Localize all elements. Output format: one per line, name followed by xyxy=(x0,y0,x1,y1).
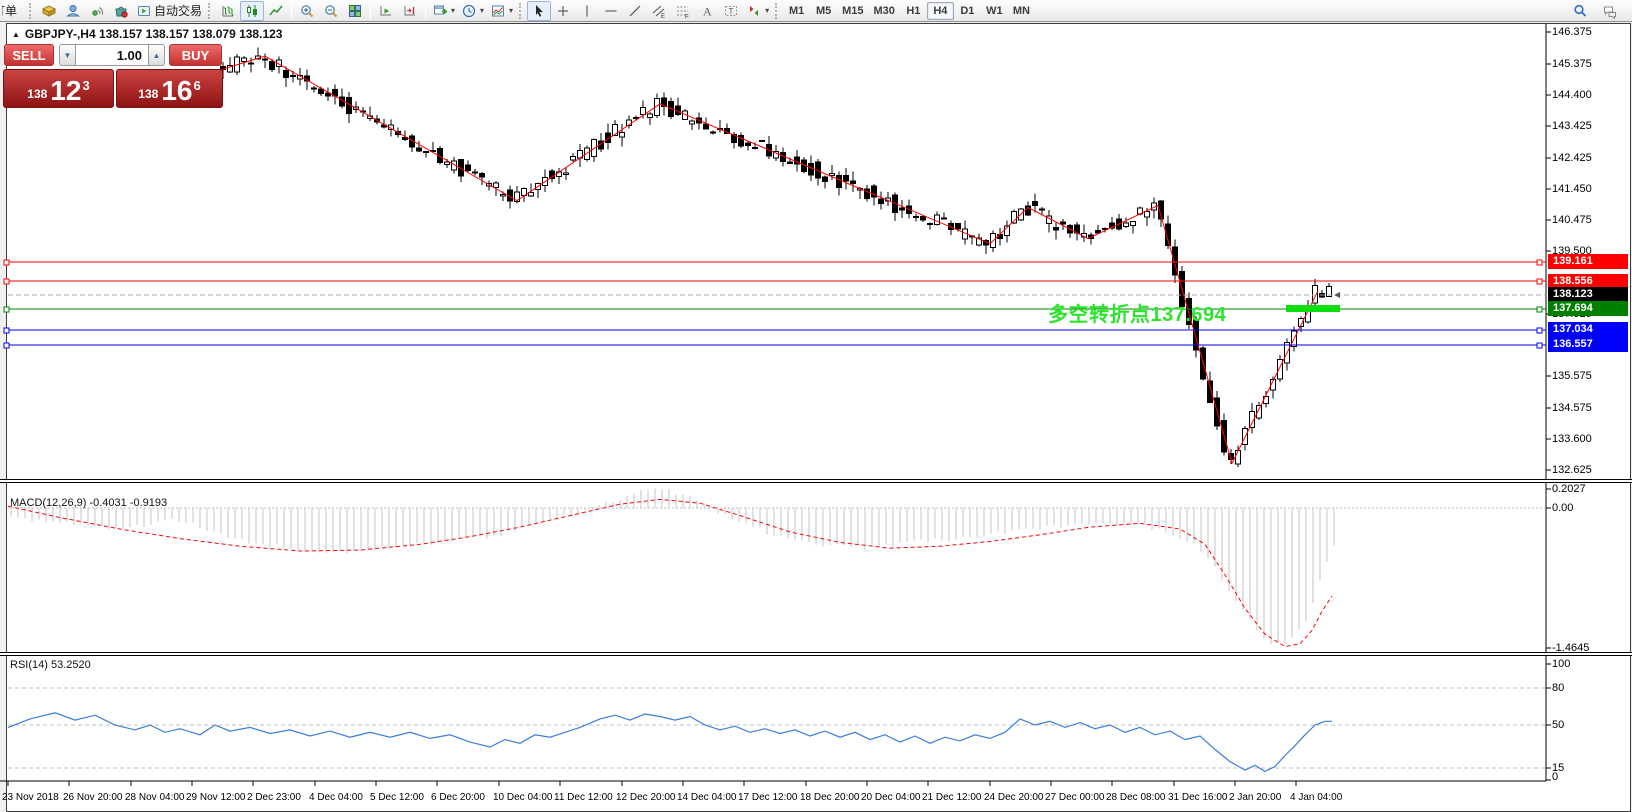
time-axis-label: 24 Dec 20:00 xyxy=(984,792,1044,803)
sell-price-big: 12 xyxy=(50,75,82,106)
price-line-label: 137.694 xyxy=(1548,301,1628,316)
rsi-tick-label: 0 xyxy=(1552,771,1559,783)
collapse-icon[interactable]: ▲ xyxy=(12,30,20,39)
time-axis-label: 18 Dec 20:00 xyxy=(800,792,860,803)
time-axis-label: 6 Dec 20:00 xyxy=(431,792,485,803)
triangle-up-icon: ▲ xyxy=(152,50,161,60)
buy-button[interactable]: BUY xyxy=(169,44,222,66)
price-tick-label: 132.625 xyxy=(1552,464,1592,476)
volume-value-field[interactable]: 1.00 xyxy=(76,44,148,66)
macd-label: MACD(12,26,9) -0.4031 -0.9193 xyxy=(10,497,168,509)
volume-increase-button[interactable]: ▲ xyxy=(148,44,165,66)
price-tick-label: 144.400 xyxy=(1552,89,1592,101)
rsi-tick-label: 80 xyxy=(1552,682,1565,694)
time-axis-label: 12 Dec 20:00 xyxy=(616,792,676,803)
time-axis-label: 21 Dec 12:00 xyxy=(922,792,982,803)
volume-stepper: ▼ 1.00 ▲ xyxy=(59,44,165,66)
time-axis-label: 28 Dec 08:00 xyxy=(1106,792,1166,803)
sell-price-prefix: 138 xyxy=(27,87,48,101)
rsi-tick-label: 50 xyxy=(1552,719,1565,731)
buy-price-big: 16 xyxy=(161,75,193,106)
volume-decrease-button[interactable]: ▼ xyxy=(59,44,76,66)
price-tick-label: 146.375 xyxy=(1552,26,1592,38)
time-axis-label: 4 Dec 04:00 xyxy=(309,792,363,803)
price-tick-label: 135.575 xyxy=(1552,370,1592,382)
price-line-label: 137.034 xyxy=(1548,322,1628,337)
time-axis-label: 5 Dec 12:00 xyxy=(370,792,424,803)
chart-title: ▲ GBPJPY-,H4 138.157 138.157 138.079 138… xyxy=(12,27,282,41)
macd-tick-label: 0.00 xyxy=(1552,502,1574,514)
time-axis-label: 27 Dec 00:00 xyxy=(1045,792,1105,803)
price-line-label: 136.557 xyxy=(1548,337,1628,352)
pane-separator-macd[interactable] xyxy=(0,479,1632,483)
price-line-label: 139.161 xyxy=(1548,254,1628,269)
price-tick-label: 145.375 xyxy=(1552,58,1592,70)
price-tick-label: 142.425 xyxy=(1552,152,1592,164)
time-axis-label: 4 Jan 04:00 xyxy=(1290,792,1343,803)
macd-tick-label: 0.2027 xyxy=(1552,483,1586,495)
sell-price-pip: 3 xyxy=(82,78,90,93)
pane-separator-rsi[interactable] xyxy=(0,652,1632,656)
time-axis-label: 11 Dec 12:00 xyxy=(554,792,613,803)
time-axis-label: 14 Dec 04:00 xyxy=(677,792,737,803)
price-line-label: 138.123 xyxy=(1548,287,1628,302)
triangle-down-icon: ▼ xyxy=(63,50,72,60)
time-axis-label: 31 Dec 16:00 xyxy=(1168,792,1228,803)
time-axis-label: 17 Dec 12:00 xyxy=(738,792,798,803)
chart-canvas[interactable] xyxy=(0,0,1632,812)
time-axis-label: 29 Nov 12:00 xyxy=(186,792,246,803)
rsi-label: RSI(14) 53.2520 xyxy=(10,659,91,671)
buy-price-box[interactable]: 138 16 6 xyxy=(116,69,223,108)
price-tick-label: 134.575 xyxy=(1552,402,1592,414)
price-tick-label: 141.450 xyxy=(1552,183,1592,195)
chart-title-text: GBPJPY-,H4 138.157 138.157 138.079 138.1… xyxy=(24,27,283,41)
time-axis-label: 20 Dec 04:00 xyxy=(861,792,921,803)
buy-price-prefix: 138 xyxy=(138,87,159,101)
time-axis-label: 23 Nov 2018 xyxy=(2,792,59,803)
sell-button[interactable]: SELL xyxy=(4,44,54,66)
mt4-terminal: 订单自动交易▾▾▾EFAT▾M1M5M15M30H1H4D1W1MN ▲ GBP… xyxy=(0,0,1632,812)
time-axis-label: 26 Nov 20:00 xyxy=(63,792,123,803)
time-axis-label: 28 Nov 04:00 xyxy=(125,792,185,803)
price-tick-label: 133.600 xyxy=(1552,433,1592,445)
price-tick-label: 143.425 xyxy=(1552,120,1592,132)
one-click-trading-panel: SELL ▼ 1.00 ▲ BUY 138 12 3 138 16 6 xyxy=(3,43,223,109)
rsi-tick-label: 100 xyxy=(1552,658,1571,670)
time-axis-label: 2 Jan 20:00 xyxy=(1229,792,1282,803)
price-tick-label: 140.475 xyxy=(1552,214,1592,226)
turning-point-annotation[interactable]: 多空转折点137.694 xyxy=(1048,298,1226,327)
time-axis-label: 10 Dec 04:00 xyxy=(493,792,553,803)
buy-price-pip: 6 xyxy=(193,78,201,93)
time-axis-label: 2 Dec 23:00 xyxy=(247,792,301,803)
sell-price-box[interactable]: 138 12 3 xyxy=(3,69,114,108)
